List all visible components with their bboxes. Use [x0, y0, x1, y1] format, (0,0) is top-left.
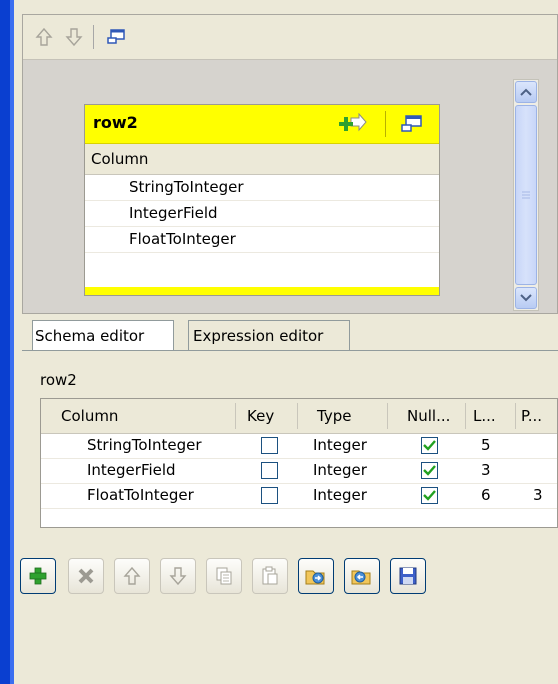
- paste-button[interactable]: [252, 558, 288, 594]
- row-box-column-header: Column: [85, 144, 439, 175]
- editor-tabs: Schema editor Expression editor: [22, 320, 558, 352]
- list-item[interactable]: FloatToInteger: [85, 227, 439, 253]
- header-precision[interactable]: P...: [521, 407, 542, 425]
- table-row[interactable]: StringToInteger Integer 5: [41, 434, 557, 459]
- delete-button[interactable]: [68, 558, 104, 594]
- move-up-button[interactable]: [31, 24, 57, 50]
- header-nullable[interactable]: Null...: [407, 407, 450, 425]
- cell-length[interactable]: 6: [481, 486, 491, 504]
- chevron-up-icon: [520, 88, 532, 96]
- minimize-button[interactable]: [103, 24, 129, 50]
- cell-precision[interactable]: 3: [533, 486, 543, 504]
- checkmark-icon: [423, 490, 436, 501]
- nullable-checkbox[interactable]: [421, 487, 438, 504]
- add-button[interactable]: [20, 558, 56, 594]
- add-input-button[interactable]: [339, 112, 367, 139]
- move-down-button[interactable]: [160, 558, 196, 594]
- copy-icon: [216, 567, 232, 585]
- vertical-scrollbar[interactable]: [513, 79, 539, 311]
- tab-label: Expression editor: [193, 326, 324, 345]
- move-down-button[interactable]: [61, 24, 87, 50]
- checkmark-icon: [423, 440, 436, 451]
- schema-name-label: row2: [40, 371, 77, 389]
- minimize-row-button[interactable]: [399, 114, 423, 138]
- copy-button[interactable]: [206, 558, 242, 594]
- delete-icon: [78, 568, 94, 584]
- move-down-icon: [169, 567, 187, 586]
- header-length[interactable]: L...: [473, 407, 496, 425]
- header-separator: [387, 403, 388, 429]
- table-row[interactable]: IntegerField Integer 3: [41, 459, 557, 484]
- header-separator: [235, 403, 236, 429]
- move-down-icon: [65, 28, 83, 47]
- header-separator: [515, 403, 516, 429]
- tab-expression-editor[interactable]: Expression editor: [188, 320, 350, 350]
- cell-type[interactable]: Integer: [313, 486, 367, 504]
- header-separator: [465, 403, 466, 429]
- column-header-label: Column: [91, 150, 149, 168]
- key-checkbox[interactable]: [261, 437, 278, 454]
- list-item[interactable]: [85, 253, 439, 278]
- move-up-button[interactable]: [114, 558, 150, 594]
- cell-length[interactable]: 3: [481, 461, 491, 479]
- paste-icon: [262, 566, 278, 585]
- add-input-icon: [339, 112, 367, 132]
- header-separator: [385, 111, 386, 137]
- window-frame: row2 Column StringToInteger IntegerField…: [0, 0, 558, 684]
- save-button[interactable]: [390, 558, 426, 594]
- export-icon: [351, 570, 371, 585]
- row-box-header: row2: [85, 105, 439, 144]
- top-toolbar: [23, 15, 557, 60]
- header-column[interactable]: Column: [61, 407, 118, 425]
- import-icon: [305, 570, 325, 585]
- export-button[interactable]: [344, 558, 380, 594]
- schema-table: Column Key Type Null... L... P... String…: [40, 398, 558, 528]
- checkmark-icon: [423, 465, 436, 476]
- tab-schema-editor[interactable]: Schema editor: [32, 320, 174, 350]
- cell-column[interactable]: StringToInteger: [87, 436, 202, 454]
- tab-label: Schema editor: [35, 326, 145, 345]
- grip-icon: [522, 191, 530, 199]
- nullable-checkbox[interactable]: [421, 462, 438, 479]
- cell-column[interactable]: IntegerField: [87, 461, 176, 479]
- schema-toolbar: [20, 558, 558, 602]
- move-up-icon: [123, 566, 141, 585]
- list-item-label: FloatToInteger: [129, 230, 236, 248]
- cell-type[interactable]: Integer: [313, 436, 367, 454]
- scroll-up-button[interactable]: [515, 81, 537, 103]
- header-separator: [297, 403, 298, 429]
- row-box-footer: [85, 287, 439, 295]
- header-type[interactable]: Type: [317, 407, 351, 425]
- import-button[interactable]: [298, 558, 334, 594]
- cell-type[interactable]: Integer: [313, 461, 367, 479]
- chevron-down-icon: [520, 294, 532, 302]
- key-checkbox[interactable]: [261, 462, 278, 479]
- table-row[interactable]: FloatToInteger Integer 6 3: [41, 484, 557, 509]
- scroll-thumb[interactable]: [515, 105, 537, 285]
- cell-length[interactable]: 5: [481, 436, 491, 454]
- move-up-icon: [35, 27, 53, 46]
- header-key[interactable]: Key: [247, 407, 274, 425]
- list-item[interactable]: IntegerField: [85, 201, 439, 227]
- nullable-checkbox[interactable]: [421, 437, 438, 454]
- toolbar-separator: [93, 25, 94, 49]
- list-item-label: StringToInteger: [129, 178, 244, 196]
- row-box-title: row2: [93, 113, 138, 132]
- minimize-window-icon: [401, 115, 422, 132]
- scroll-down-button[interactable]: [515, 287, 537, 309]
- list-item-label: IntegerField: [129, 204, 218, 222]
- cell-column[interactable]: FloatToInteger: [87, 486, 194, 504]
- window-left-border-highlight: [10, 0, 14, 684]
- add-icon: [29, 567, 47, 585]
- key-checkbox[interactable]: [261, 487, 278, 504]
- row-box: row2 Column StringToInteger IntegerField…: [84, 104, 440, 296]
- minimize-window-icon: [107, 29, 125, 44]
- save-icon: [399, 567, 417, 585]
- table-header: Column Key Type Null... L... P...: [41, 399, 557, 434]
- list-item[interactable]: StringToInteger: [85, 175, 439, 201]
